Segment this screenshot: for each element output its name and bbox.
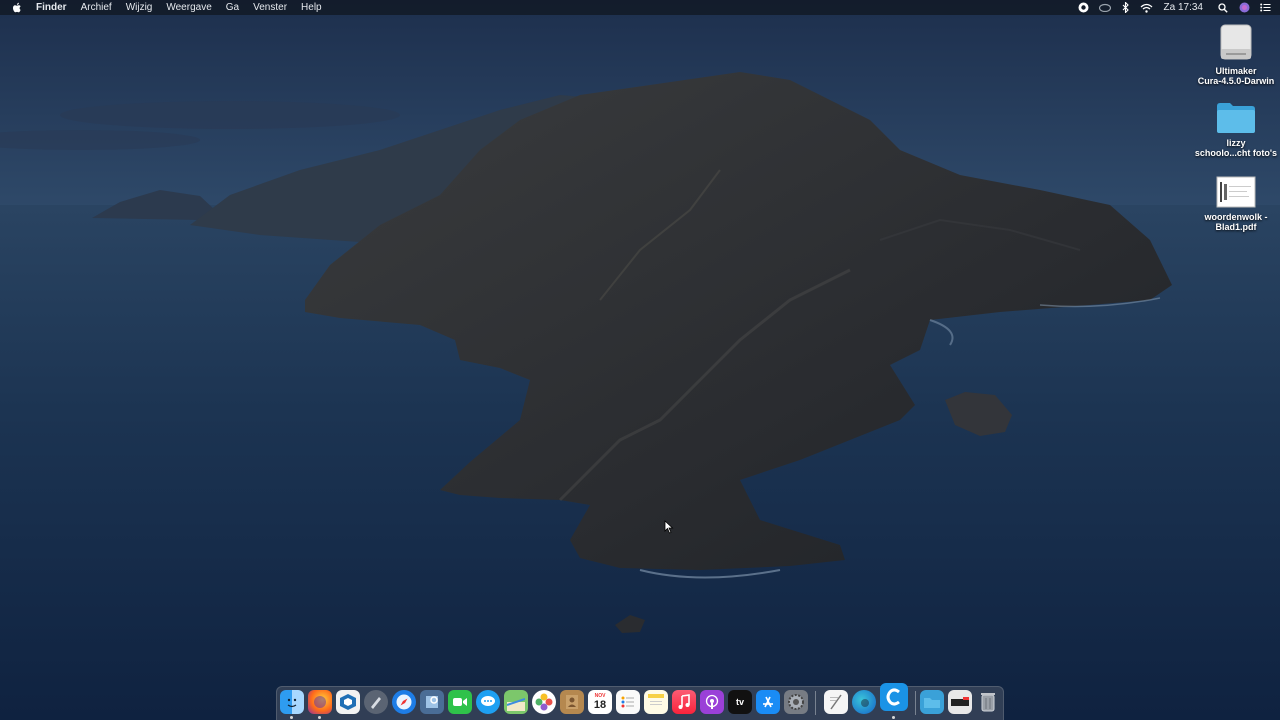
spotlight-search-icon[interactable] — [1216, 0, 1230, 15]
music-icon[interactable] — [672, 690, 696, 714]
running-indicator — [892, 716, 895, 719]
desktop-wallpaper — [0, 0, 1280, 720]
cura-icon[interactable] — [880, 683, 908, 711]
desktop-item-cura-dmg[interactable]: Ultimaker Cura-4.5.0-Darwin — [1191, 22, 1280, 86]
launchpad-icon[interactable] — [364, 690, 388, 714]
finder-icon[interactable] — [280, 690, 304, 714]
desktop-item-label: Ultimaker Cura-4.5.0-Darwin — [1197, 66, 1275, 86]
menu-help[interactable]: Help — [301, 0, 322, 15]
edge-icon[interactable] — [852, 690, 876, 714]
desktop-item-woordenwolk-pdf[interactable]: woordenwolk - Blad1.pdf — [1191, 176, 1280, 232]
menu-wijzig[interactable]: Wijzig — [126, 0, 153, 15]
running-indicator — [318, 716, 321, 719]
dock: NOV 18 tv — [276, 683, 1004, 720]
bluetooth-icon[interactable] — [1119, 0, 1133, 15]
notification-center-icon[interactable] — [1258, 0, 1272, 15]
dock-separator — [815, 691, 816, 715]
desktop-item-lizzy-folder[interactable]: lizzy schoolo...cht foto's — [1191, 100, 1280, 158]
safari-icon[interactable] — [392, 690, 416, 714]
pdf-document-icon — [1191, 176, 1280, 208]
wifi-icon[interactable] — [1140, 0, 1154, 15]
disk-image-icon — [1191, 22, 1280, 62]
menu-finder[interactable]: Finder — [36, 0, 67, 15]
podcasts-icon[interactable] — [700, 690, 724, 714]
downloads-folder-icon[interactable] — [920, 690, 944, 714]
keyboard-icon[interactable] — [948, 690, 972, 714]
desktop-item-label: lizzy schoolo...cht foto's — [1194, 138, 1278, 158]
menubar-clock[interactable]: Za 17:34 — [1164, 0, 1203, 15]
dock-separator — [915, 691, 916, 715]
notes-icon[interactable] — [644, 690, 668, 714]
folder-icon — [1191, 100, 1280, 134]
facetime-icon[interactable] — [448, 690, 472, 714]
mouse-cursor-icon — [664, 520, 674, 534]
sketchup-icon[interactable] — [336, 690, 360, 714]
reminders-icon[interactable] — [616, 690, 640, 714]
contacts-icon[interactable] — [560, 690, 584, 714]
record-icon[interactable] — [1077, 0, 1091, 15]
preview-icon[interactable] — [420, 690, 444, 714]
firefox-icon[interactable] — [308, 690, 332, 714]
menu-venster[interactable]: Venster — [253, 0, 287, 15]
apple-tv-label: tv — [735, 697, 744, 707]
calendar-day-label: 18 — [593, 699, 607, 711]
menu-bar: Finder Archief Wijzig Weergave Ga Venste… — [0, 0, 1280, 15]
running-indicator — [290, 716, 293, 719]
trash-icon[interactable] — [976, 690, 1000, 714]
menu-archief[interactable]: Archief — [81, 0, 112, 15]
calendar-icon[interactable]: NOV 18 — [588, 690, 612, 714]
system-preferences-icon[interactable] — [784, 690, 808, 714]
menu-weergave[interactable]: Weergave — [166, 0, 211, 15]
menu-ga[interactable]: Ga — [226, 0, 239, 15]
app-store-icon[interactable] — [756, 690, 780, 714]
desktop-item-label: woordenwolk - Blad1.pdf — [1204, 212, 1268, 232]
textedit-icon[interactable] — [824, 690, 848, 714]
maps-icon[interactable] — [504, 690, 528, 714]
apple-tv-icon[interactable]: tv — [728, 690, 752, 714]
messages-icon[interactable] — [476, 690, 500, 714]
apple-menu-icon[interactable] — [12, 2, 26, 14]
photos-icon[interactable] — [532, 690, 556, 714]
siri-icon[interactable] — [1237, 0, 1251, 15]
creative-cloud-icon[interactable] — [1098, 0, 1112, 15]
